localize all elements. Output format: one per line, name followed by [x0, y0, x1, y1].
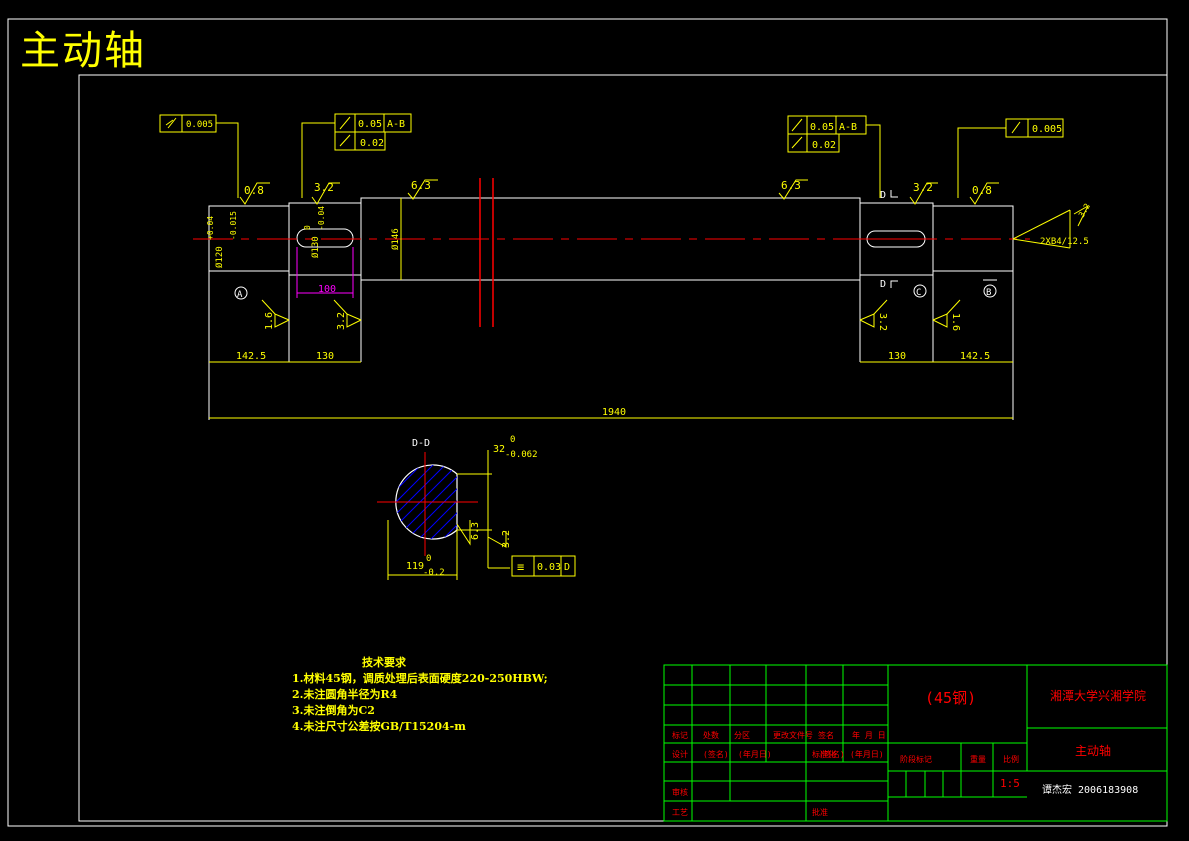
outer-border: [7, 18, 1168, 827]
roughness-10: 1.6: [950, 313, 961, 331]
tol-right-val: 0.005: [1032, 124, 1062, 135]
section-depth: 119: [406, 561, 424, 572]
section-depth-top: 0: [426, 554, 431, 564]
roughness-7: 1.6: [264, 312, 275, 330]
section-mark-bot: D: [880, 279, 886, 290]
tb-h2: 处数: [703, 730, 719, 740]
key-length-label: 100: [318, 284, 336, 295]
center-hole-label: 2XB4/12.5: [1040, 237, 1089, 247]
tb-h3: 分区: [734, 731, 750, 740]
sym-icon: ≡: [517, 560, 524, 574]
tb-weight: 重量: [970, 754, 986, 764]
tol-left-val: 0.005: [186, 120, 213, 130]
tb-approve: 批准: [812, 807, 828, 817]
tb-d5: (签名): [819, 749, 845, 759]
dim-142-right: 142.5: [960, 351, 990, 362]
left-keyway: [296, 228, 354, 248]
section-width-bot: -0.062: [505, 450, 538, 460]
dia-left-tol-top: +0.04: [206, 216, 215, 240]
roughness-5: 3.2: [913, 181, 933, 194]
dia-mid: Ø146: [390, 228, 401, 250]
tb-author: 谭杰宏 2006183908: [1042, 783, 1138, 796]
roughness-lower: [261, 299, 961, 328]
roughness-1: 0.8: [244, 184, 264, 197]
section-roughness-b: 3.2: [501, 530, 512, 548]
tb-h4: 更改文件号: [773, 730, 813, 740]
tb-h1: 标记: [672, 730, 688, 740]
roughness-3: 6.3: [411, 179, 431, 192]
section-width: 32: [493, 444, 505, 455]
section-sym-ref: D: [564, 562, 570, 573]
section-depth-bot: -0.2: [423, 568, 445, 578]
dia-left: Ø120: [214, 246, 225, 268]
technical-requirements: 技术要求 1.材料45钢，调质处理后表面硬度220-250HBW; 2.未注圆角…: [292, 655, 548, 735]
inner-border: [78, 74, 1168, 822]
tb-stage: 阶段标记: [900, 754, 932, 764]
tb-part-name: 主动轴: [1075, 743, 1111, 758]
engineering-drawing: 100 142.5 130 130 142.5 1940 Ø120 +0.04 …: [7, 18, 1168, 827]
tb-scale-label: 比例: [1003, 754, 1019, 764]
dim-total: 1940: [602, 407, 626, 418]
section-mark-top: D: [880, 190, 886, 201]
tech-item-4: 4.未注尺寸公差按GB/T15204-m: [292, 720, 466, 733]
tb-process: 工艺: [672, 808, 688, 817]
dim-130-right: 130: [888, 351, 906, 362]
tb-school: 湘潭大学兴湘学院: [1050, 688, 1146, 703]
roughness-4: 6.3: [781, 179, 801, 192]
tb-h6: 年 月 日: [852, 730, 886, 740]
tol-left2-val: 0.05: [358, 119, 382, 130]
tb-d1: 设计: [672, 749, 688, 759]
tech-title: 技术要求: [362, 656, 406, 669]
tb-scale: 1:5: [1000, 777, 1020, 790]
roughness-8: 3.2: [336, 312, 347, 330]
dim-142-left: 142.5: [236, 351, 266, 362]
section-width-top: 0: [510, 435, 515, 445]
tb-d3: (年月日): [738, 749, 772, 759]
tb-h5: 签名: [818, 730, 834, 740]
tol-right2-val: 0.05: [810, 122, 834, 133]
tech-item-1: 1.材料45钢，调质处理后表面硬度220-250HBW;: [292, 672, 548, 685]
roughness-center: 3.2: [1077, 202, 1092, 219]
tb-check: 审核: [672, 787, 688, 797]
tol-left2-cyl: 0.02: [360, 138, 384, 149]
dia-key-tol-top: 0: [303, 225, 312, 230]
dim-130-left: 130: [316, 351, 334, 362]
roughness-9: 3.2: [877, 313, 888, 331]
tol-right2-cyl: 0.02: [812, 140, 836, 151]
tol-right2-ref: A-B: [839, 122, 857, 133]
tech-item-2: 2.未注圆角半径为R4: [292, 688, 398, 701]
section-sym-tol: 0.03: [537, 562, 561, 573]
dia-key-tol-bot: -0.04: [317, 206, 326, 230]
section-label: D-D: [412, 438, 430, 449]
dia-left-tol-bot: -0.015: [229, 211, 238, 240]
tb-d6: (年月日): [850, 749, 884, 759]
datum-b: B: [986, 288, 991, 298]
tb-material: (45钢): [925, 689, 976, 707]
roughness-2: 3.2: [314, 181, 334, 194]
datum-c: C: [916, 288, 921, 298]
datum-a: A: [237, 290, 243, 300]
dia-key: Ø130: [310, 236, 321, 258]
section-roughness-a: 6.3: [470, 522, 481, 540]
tech-item-3: 3.未注倒角为C2: [292, 704, 375, 717]
tol-left2-ref: A-B: [387, 119, 405, 130]
roughness-6: 0.8: [972, 184, 992, 197]
tb-d2: (签名): [703, 749, 729, 759]
